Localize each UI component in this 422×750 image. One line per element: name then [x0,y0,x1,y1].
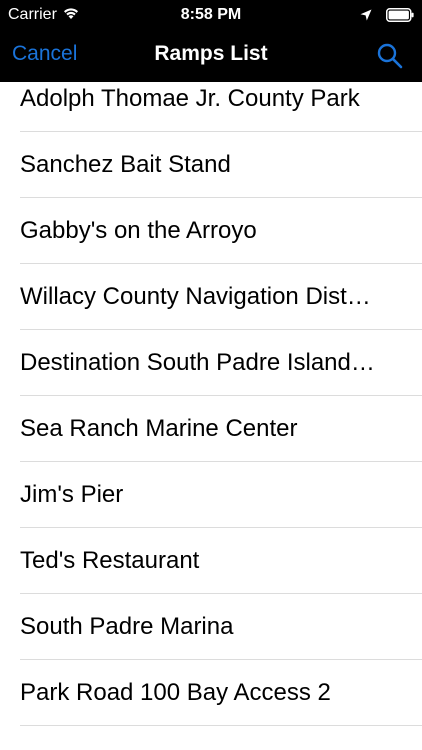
list-item-label: Jim's Pier [20,480,124,508]
list-item[interactable]: Destination South Padre Island… [20,330,422,396]
list-item-label: Adolph Thomae Jr. County Park [20,84,360,112]
battery-icon [386,8,414,22]
list-item-label: Sea Ranch Marine Center [20,414,298,442]
ramps-list[interactable]: Adolph Thomae Jr. County Park Sanchez Bai… [0,82,422,750]
list-item-label: Willacy County Navigation Dist… [20,282,371,310]
list-item-label: South Padre Marina [20,612,234,640]
list-item[interactable]: Willacy County Navigation Dist… [20,264,422,330]
list-item[interactable]: Sea Ranch Marine Center [20,396,422,462]
search-icon [376,42,404,73]
ramps-list-content: Adolph Thomae Jr. County Park Sanchez Bai… [0,82,422,726]
list-item-label: Ted's Restaurant [20,546,200,574]
location-arrow-icon [360,9,372,21]
list-item[interactable]: Sanchez Bait Stand [20,132,422,198]
status-right [360,6,414,24]
list-item[interactable]: South Padre Marina [20,594,422,660]
status-time: 8:58 PM [180,6,242,23]
list-item[interactable]: Park Road 100 Bay Access 2 [20,660,422,726]
cancel-button[interactable]: Cancel [12,42,77,66]
list-item[interactable]: Jim's Pier [20,462,422,528]
navigation-bar: Cancel Ramps List [0,30,422,82]
status-bar: Carrier 8:58 PM [0,0,422,30]
list-item[interactable]: Gabby's on the Arroyo [20,198,422,264]
list-item-label: Park Road 100 Bay Access 2 [20,678,331,706]
list-item-label: Destination South Padre Island… [20,348,375,376]
list-item-label: Sanchez Bait Stand [20,150,231,178]
list-item-label: Gabby's on the Arroyo [20,216,257,244]
search-button[interactable] [376,42,404,70]
list-item[interactable]: Ted's Restaurant [20,528,422,594]
list-item[interactable]: Adolph Thomae Jr. County Park [20,82,422,132]
